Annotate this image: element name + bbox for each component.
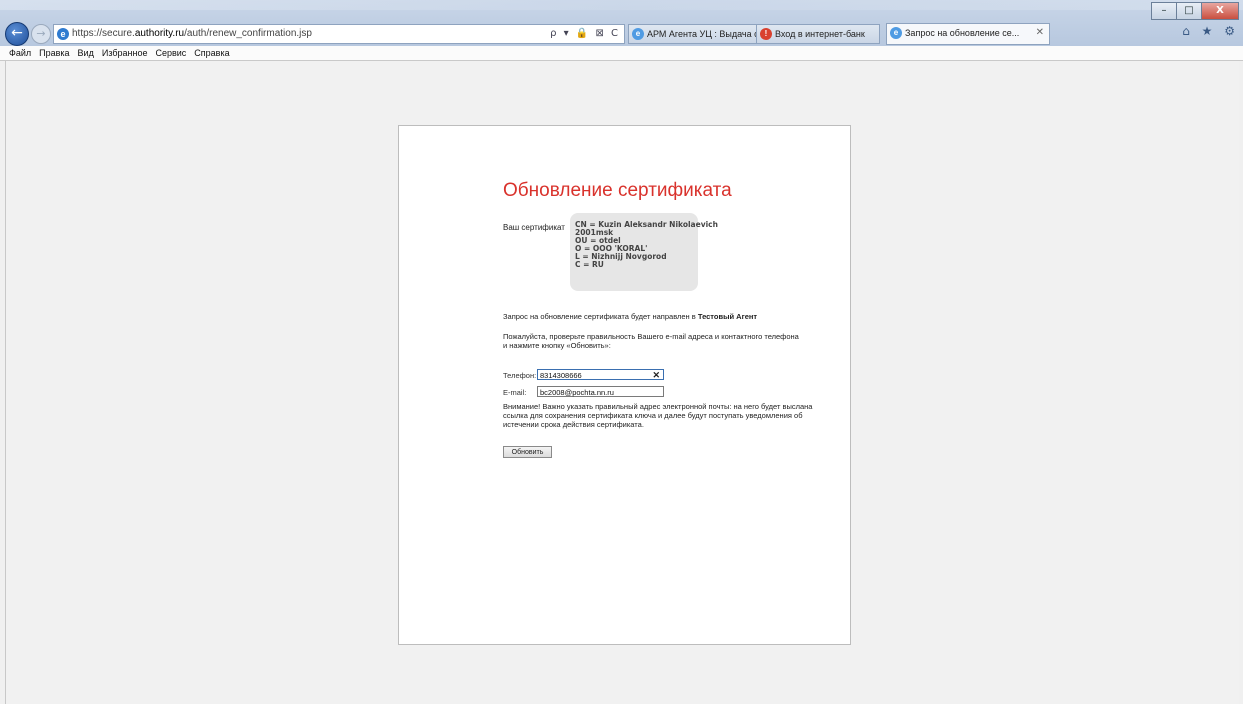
tab-label: АРМ Агента УЦ : Выдача серт... bbox=[647, 29, 773, 39]
renew-button[interactable]: Обновить bbox=[503, 446, 552, 458]
forward-button[interactable]: → bbox=[31, 24, 51, 44]
maximize-button[interactable]: □ bbox=[1176, 2, 1201, 20]
titlebar-glow bbox=[0, 0, 1243, 10]
address-url[interactable]: https://secure.authority.ru/auth/renew_c… bbox=[72, 25, 312, 43]
browser-titlebar: – □ X ← → e https://secure.authority.ru/… bbox=[0, 0, 1243, 46]
tab-label: Запрос на обновление се... bbox=[905, 28, 1020, 38]
menu-bar: Файл Правка Вид Избранное Сервис Справка bbox=[0, 46, 1243, 61]
cert-details: CN = Kuzin Aleksandr Nikolaevich 2001msk… bbox=[575, 220, 718, 269]
request-agent: Тестовый Агент bbox=[697, 312, 758, 321]
cert-info-box: CN = Kuzin Aleksandr Nikolaevich 2001msk… bbox=[570, 213, 718, 291]
phone-label: Телефон: bbox=[503, 371, 537, 380]
url-domain: authority.ru bbox=[134, 28, 185, 39]
tab-label: Вход в интернет-банк bbox=[775, 29, 865, 39]
clear-icon[interactable]: ✕ bbox=[652, 370, 660, 380]
page-title: Обновление сертификата bbox=[503, 180, 732, 201]
email-label: E-mail: bbox=[503, 388, 527, 397]
address-bar[interactable]: e https://secure.authority.ru/auth/renew… bbox=[53, 24, 625, 44]
cert-label: Ваш сертификат bbox=[503, 223, 565, 232]
minimize-button[interactable]: – bbox=[1151, 2, 1176, 20]
menu-tools[interactable]: Сервис bbox=[151, 46, 190, 60]
address-tools[interactable]: ρ ▾ 🔒 ⊠ C bbox=[550, 25, 620, 43]
close-icon[interactable]: ✕ bbox=[1036, 24, 1044, 42]
phone-value: 8314308666 bbox=[540, 371, 582, 380]
ie-tab-icon: e bbox=[890, 27, 902, 39]
check-instructions: Пожалуйста, проверьте правильность Вашег… bbox=[503, 332, 799, 350]
toolbar-icons[interactable]: ⌂ ★ ⚙ bbox=[1182, 24, 1239, 38]
menu-view[interactable]: Вид bbox=[74, 46, 98, 60]
arrow-right-icon: → bbox=[36, 27, 46, 40]
close-window-button[interactable]: X bbox=[1201, 2, 1239, 20]
menu-file[interactable]: Файл bbox=[0, 46, 35, 60]
renew-form-card: Обновление сертификата Ваш сертификат CN… bbox=[398, 125, 851, 645]
request-text: Запрос на обновление сертификата будет н… bbox=[503, 312, 698, 321]
ie-page-icon: e bbox=[57, 28, 69, 40]
arrow-left-icon: ← bbox=[11, 25, 23, 41]
phone-field[interactable]: 8314308666 ✕ bbox=[537, 369, 664, 380]
menu-edit[interactable]: Правка bbox=[35, 46, 73, 60]
ie-tab-icon: e bbox=[632, 28, 644, 40]
request-destination: Запрос на обновление сертификата будет н… bbox=[503, 312, 823, 321]
email-warning: Внимание! Важно указать правильный адрес… bbox=[503, 402, 813, 429]
menu-help[interactable]: Справка bbox=[190, 46, 233, 60]
window-controls: – □ X bbox=[1151, 2, 1239, 20]
email-field[interactable]: bc2008@pochta.nn.ru bbox=[537, 386, 664, 397]
tab-renew-request[interactable]: e Запрос на обновление се... ✕ bbox=[886, 23, 1050, 45]
url-path: /auth/renew_confirmation.jsp bbox=[184, 28, 312, 39]
tab-internet-bank[interactable]: ! Вход в интернет-банк bbox=[756, 24, 880, 44]
tab-arm-agent[interactable]: e АРМ Агента УЦ : Выдача серт... bbox=[628, 24, 773, 44]
bank-tab-icon: ! bbox=[760, 28, 772, 40]
email-value: bc2008@pochta.nn.ru bbox=[540, 388, 614, 397]
back-button[interactable]: ← bbox=[5, 22, 29, 46]
menu-favorites[interactable]: Избранное bbox=[98, 46, 152, 60]
url-prefix: https://secure. bbox=[72, 28, 135, 39]
